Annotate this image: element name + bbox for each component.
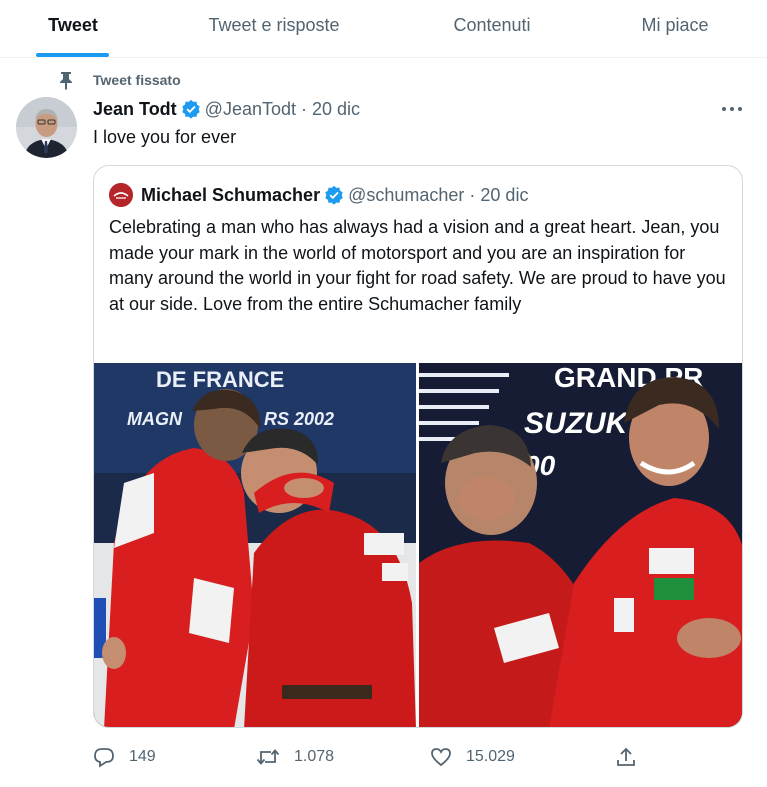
verified-badge-icon <box>325 185 343 205</box>
banner-right-line2: SUZUK <box>524 407 630 440</box>
retweet-count: 1.078 <box>294 748 335 765</box>
separator-dot: · <box>301 98 307 119</box>
share-button[interactable] <box>615 742 651 772</box>
author-name[interactable]: Jean Todt <box>93 99 177 120</box>
tab-tweet[interactable]: Tweet <box>28 0 118 58</box>
author-handle[interactable]: @JeanTodt <box>205 99 296 120</box>
tab-contenuti[interactable]: Contenuti <box>432 0 552 58</box>
tweet-text: I love you for ever <box>93 127 237 147</box>
quoted-author-name: Michael Schumacher <box>141 184 321 205</box>
quoted-tweet-text: Celebrating a man who has always had a v… <box>109 217 726 314</box>
photo-left[interactable]: DE FRANCE MAGN RS 2002 <box>94 363 416 727</box>
quoted-tweet-header: Michael Schumacher @schumacher · 20 dic <box>109 183 528 207</box>
tweet-date[interactable]: 20 dic <box>312 99 360 120</box>
photo-right[interactable]: GRAND PR SUZUK 00 <box>419 363 742 727</box>
quoted-tweet[interactable]: Michael Schumacher @schumacher · 20 dic … <box>93 165 743 728</box>
like-count: 15.029 <box>466 748 515 765</box>
quoted-author-handle: @schumacher <box>348 184 465 205</box>
heart-icon <box>431 748 451 767</box>
banner-left-line3: RS 2002 <box>264 409 334 429</box>
quoted-avatar-logo-icon <box>109 183 133 207</box>
tab-mi-piace[interactable]: Mi piace <box>620 0 730 58</box>
quoted-tweet-date: 20 dic <box>480 184 529 205</box>
podium-hug-photo-left: DE FRANCE MAGN RS 2002 <box>94 363 416 727</box>
profile-tabs: Tweet Tweet e risposte Contenuti Mi piac… <box>0 0 767 58</box>
pinned-row <box>57 70 75 90</box>
avatar-image <box>16 97 77 158</box>
pin-icon <box>60 72 72 90</box>
more-horizontal-icon[interactable] <box>718 98 746 120</box>
quoted-avatar <box>109 183 133 207</box>
verified-badge-icon <box>181 99 200 119</box>
retweet-icon <box>256 749 280 765</box>
active-tab-indicator <box>36 53 109 57</box>
reply-button[interactable]: 149 <box>93 742 156 772</box>
tweet-actions: 149 1.078 15.029 <box>93 742 653 772</box>
tab-tweet-e-risposte[interactable]: Tweet e risposte <box>186 0 362 58</box>
separator-dot: · <box>469 184 476 205</box>
retweet-button[interactable]: 1.078 <box>256 742 334 772</box>
banner-left-line1: DE FRANCE <box>156 367 284 392</box>
share-icon <box>617 747 635 766</box>
podium-hug-photo-right: GRAND PR SUZUK 00 <box>419 363 742 727</box>
tweet-header: Jean Todt @JeanTodt · 20 dic <box>93 98 360 120</box>
avatar[interactable] <box>16 97 77 158</box>
media-grid: DE FRANCE MAGN RS 2002 GRAND PR SUZUK 00 <box>94 363 742 727</box>
like-button[interactable]: 15.029 <box>430 742 515 772</box>
reply-icon <box>94 748 114 768</box>
reply-count: 149 <box>129 748 156 765</box>
pinned-label: Tweet fissato <box>93 72 181 88</box>
banner-left-line2: MAGN <box>127 409 183 429</box>
